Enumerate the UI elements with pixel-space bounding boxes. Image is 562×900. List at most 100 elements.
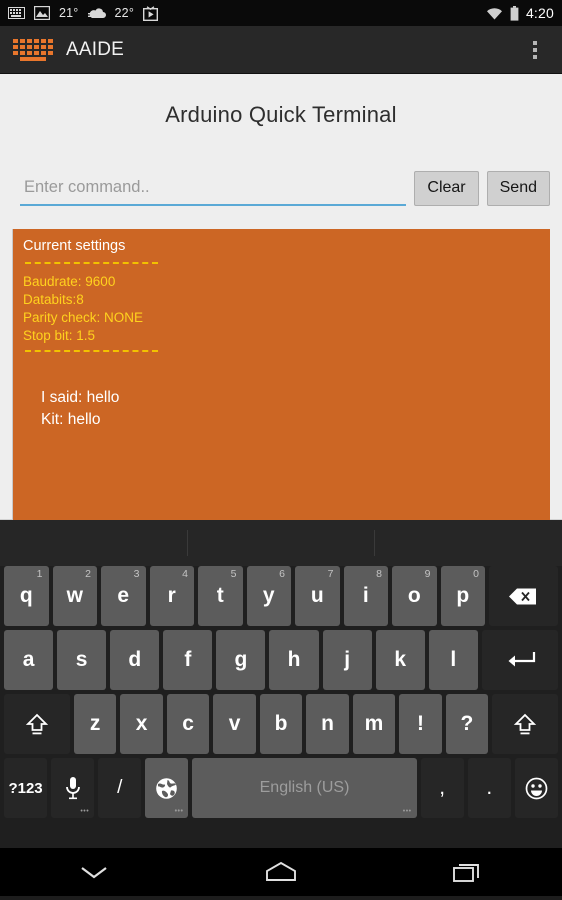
suggestion-slot[interactable]: [375, 520, 562, 566]
shift-key-right[interactable]: [492, 694, 559, 754]
comma-key[interactable]: ,: [420, 758, 464, 818]
key-label: ?123: [8, 779, 43, 797]
terminal-divider-top: [25, 262, 158, 265]
key-u[interactable]: 7 u: [295, 566, 340, 626]
key-g[interactable]: g: [216, 630, 266, 690]
status-bar-left: 21° 22°: [8, 5, 486, 21]
suggestion-slot[interactable]: [188, 520, 375, 566]
key-r[interactable]: 4 r: [149, 566, 194, 626]
recent-apps-button[interactable]: [423, 848, 513, 896]
key-label: .: [486, 776, 493, 799]
command-input[interactable]: [20, 173, 407, 206]
key-z[interactable]: z: [73, 694, 117, 754]
send-button[interactable]: Send: [486, 171, 550, 206]
key-a[interactable]: a: [4, 630, 54, 690]
key-b[interactable]: b: [259, 694, 303, 754]
terminal-divider-bottom: [25, 350, 158, 353]
key-label: b: [274, 712, 288, 735]
overflow-dot: [533, 40, 537, 45]
keyboard-row-3: z x c v b n m ! ?: [0, 694, 562, 754]
key-label: English (US): [259, 779, 350, 796]
key-p[interactable]: 0 p: [440, 566, 485, 626]
key-label: ?: [460, 712, 474, 735]
key-e[interactable]: 3 e: [101, 566, 146, 626]
backspace-icon: [508, 587, 538, 606]
language-key[interactable]: •••: [145, 758, 189, 818]
action-bar: AAIDE: [0, 26, 562, 74]
key-label: /: [117, 777, 123, 798]
key-exclamation[interactable]: !: [399, 694, 442, 754]
key-label: o: [407, 584, 421, 607]
key-j[interactable]: j: [322, 630, 372, 690]
key-hint: 3: [133, 568, 140, 580]
key-label: x: [135, 712, 148, 735]
key-l[interactable]: l: [428, 630, 478, 690]
key-v[interactable]: v: [213, 694, 256, 754]
key-label: z: [89, 712, 101, 735]
command-row: Clear Send: [12, 171, 550, 206]
backspace-key[interactable]: [489, 566, 558, 626]
app-content: Arduino Quick Terminal Clear Send Curren…: [0, 74, 562, 520]
key-w[interactable]: 2 w: [52, 566, 97, 626]
setting-databits: Databits:8: [23, 291, 84, 307]
home-icon: [264, 860, 298, 884]
key-n[interactable]: n: [306, 694, 349, 754]
terminal-output[interactable]: Current settings Baudrate: 9600 Databits…: [12, 228, 550, 520]
overflow-dot: [533, 47, 537, 52]
key-label: y: [262, 584, 275, 607]
keyboard-row-2: a s d f g h j k l: [0, 630, 562, 690]
key-label: k: [394, 648, 407, 671]
period-key[interactable]: .: [467, 758, 511, 818]
key-label: ,: [439, 776, 446, 799]
key-hint: 5: [230, 568, 237, 580]
key-hint: 9: [424, 568, 431, 580]
enter-key[interactable]: [481, 630, 558, 690]
spacebar[interactable]: English (US) •••: [192, 758, 417, 818]
key-i[interactable]: 8 i: [343, 566, 388, 626]
key-q[interactable]: 1 q: [4, 566, 49, 626]
key-label: !: [416, 712, 424, 735]
hide-keyboard-button[interactable]: [49, 848, 139, 896]
shift-key-left[interactable]: [4, 694, 70, 754]
emoji-key[interactable]: [514, 758, 558, 818]
key-y[interactable]: 6 y: [246, 566, 291, 626]
device-screen: 21° 22° 4:20 AAIDE Arduino Quick Termina…: [0, 0, 562, 900]
key-k[interactable]: k: [375, 630, 425, 690]
overflow-dot: [533, 54, 537, 59]
keyboard-row-1: 1 q 2 w 3 e 4 r 5 t 6 y 7 u 8 i 9 o 0 p: [0, 566, 562, 626]
suggestion-slot[interactable]: [0, 520, 187, 566]
key-label: a: [22, 648, 35, 671]
keyboard-app-icon: [12, 37, 54, 63]
key-d[interactable]: d: [110, 630, 160, 690]
key-label: q: [19, 584, 33, 607]
suggestion-strip[interactable]: [0, 520, 562, 566]
command-input-wrapper: [12, 173, 407, 206]
clear-button[interactable]: Clear: [414, 171, 479, 206]
key-label: v: [228, 712, 241, 735]
key-h[interactable]: h: [269, 630, 319, 690]
key-f[interactable]: f: [163, 630, 213, 690]
symbols-key[interactable]: ?123: [4, 758, 48, 818]
home-button[interactable]: [236, 848, 326, 896]
key-o[interactable]: 9 o: [392, 566, 437, 626]
setting-stopbit: Stop bit: 1.5: [23, 327, 96, 343]
key-m[interactable]: m: [352, 694, 396, 754]
key-label: h: [287, 648, 301, 671]
terminal-heading: Current settings: [23, 237, 126, 254]
navigation-bar: [0, 848, 562, 896]
key-label: e: [117, 584, 130, 607]
key-s[interactable]: s: [57, 630, 107, 690]
key-label: i: [362, 584, 369, 607]
key-label: w: [66, 584, 83, 607]
microphone-key[interactable]: •••: [51, 758, 95, 818]
key-question[interactable]: ?: [445, 694, 489, 754]
key-label: f: [184, 648, 192, 671]
key-c[interactable]: c: [166, 694, 210, 754]
keyboard-row-4: ?123 ••• / ••• English (US) ••• , .: [0, 758, 562, 818]
overflow-menu-icon[interactable]: [518, 30, 552, 70]
slash-key[interactable]: /: [98, 758, 142, 818]
key-x[interactable]: x: [120, 694, 163, 754]
key-t[interactable]: 5 t: [198, 566, 243, 626]
app-title: AAIDE: [66, 38, 125, 60]
recent-apps-icon: [453, 860, 483, 884]
